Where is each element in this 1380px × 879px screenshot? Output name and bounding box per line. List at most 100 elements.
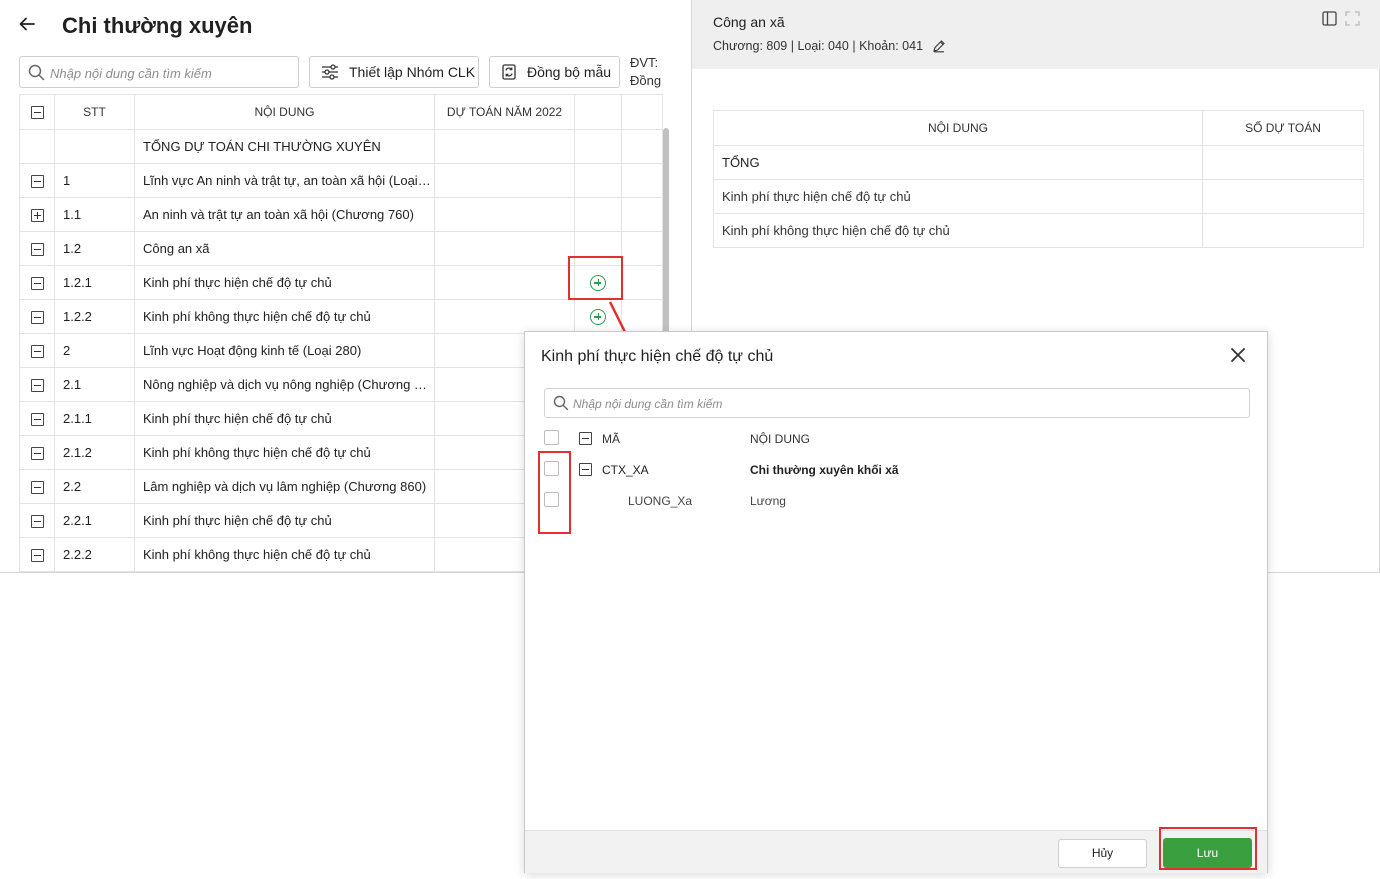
row-toggle[interactable]: [19, 163, 55, 198]
table-header-row: STT NỘI DUNG DỰ TOÁN NĂM 2022: [19, 94, 663, 130]
expand-toggle[interactable]: [579, 462, 592, 477]
header-stt: STT: [54, 94, 135, 130]
row-stt: 1.2: [54, 231, 135, 266]
minus-square-icon: [30, 277, 44, 291]
row-content: Kinh phí thực hiện chế độ tự chủ: [134, 503, 435, 538]
row-action: [574, 299, 622, 334]
row-extra: [621, 265, 663, 300]
row-content: Lâm nghiệp và dịch vụ lâm nghiệp (Chương…: [134, 469, 435, 504]
row-extra: [621, 197, 663, 232]
row-toggle[interactable]: [19, 503, 55, 538]
unit-label-title: ĐVT:: [630, 55, 659, 70]
list-item[interactable]: LUONG_Xa Lương: [544, 486, 1244, 514]
row-toggle[interactable]: [19, 265, 55, 300]
row-stt: 1.2.2: [54, 299, 135, 334]
detail-table: NỘI DUNG SỐ DỰ TOÁN TỔNG Kinh phí thực h…: [713, 110, 1364, 248]
row-toggle: [19, 129, 55, 164]
unit-label: ĐVT: Đồng: [630, 54, 670, 90]
row-extra: [621, 129, 663, 164]
detail-row: Kinh phí thực hiện chế độ tự chủ: [713, 179, 1364, 214]
row-stt: 1: [54, 163, 135, 198]
row-extra: [621, 299, 663, 334]
row-action: [574, 265, 622, 300]
search-icon: [553, 395, 569, 416]
collapse-all-toggle[interactable]: [19, 94, 55, 130]
row-estimate[interactable]: [434, 163, 575, 198]
row-toggle[interactable]: [19, 435, 55, 470]
row-toggle[interactable]: [19, 299, 55, 334]
table-row[interactable]: 1 Lĩnh vực An ninh và trật tự, an toàn xã…: [19, 163, 663, 198]
item-checkbox[interactable]: [544, 461, 559, 476]
row-extra: [621, 231, 663, 266]
minus-square-icon: [30, 447, 44, 461]
table-row[interactable]: 1.2 Công an xã: [19, 231, 663, 266]
unit-label-value: Đồng: [630, 73, 662, 88]
row-stt: 2.2: [54, 469, 135, 504]
row-toggle[interactable]: [19, 537, 55, 572]
row-toggle[interactable]: [19, 197, 55, 232]
dialog-search-field[interactable]: [544, 388, 1250, 418]
select-expense-dialog: Kinh phí thực hiện chế độ tự chủ MÃ NỘI …: [524, 331, 1268, 873]
detail-subtitle: Chương: 809 | Loại: 040 | Khoản: 041: [713, 39, 946, 53]
dialog-search-input[interactable]: [573, 394, 1233, 414]
row-estimate[interactable]: [434, 299, 575, 334]
item-checkbox[interactable]: [544, 492, 559, 507]
row-estimate[interactable]: [434, 265, 575, 300]
select-all-checkbox[interactable]: [544, 430, 559, 445]
sync-template-button[interactable]: Đồng bộ mẫu: [489, 56, 620, 88]
row-action: [574, 231, 622, 266]
row-content: Nông nghiệp và dịch vụ nông nghiệp (Chươ…: [134, 367, 435, 402]
list-item[interactable]: CTX_XA Chi thường xuyên khối xã: [544, 455, 1244, 483]
detail-row-amount[interactable]: [1202, 179, 1364, 214]
table-row[interactable]: TỔNG DỰ TOÁN CHI THƯỜNG XUYÊN: [19, 129, 663, 164]
sidebar-toggle-icon[interactable]: [1322, 11, 1337, 26]
detail-row: TỔNG: [713, 145, 1364, 180]
item-code: CTX_XA: [602, 463, 649, 477]
row-content: TỔNG DỰ TOÁN CHI THƯỜNG XUYÊN: [134, 129, 435, 164]
search-input[interactable]: [50, 63, 290, 83]
row-toggle[interactable]: [19, 401, 55, 436]
row-estimate[interactable]: [434, 197, 575, 232]
minus-square-icon: [30, 379, 44, 393]
row-content: Kinh phí không thực hiện chế độ tự chủ: [134, 299, 435, 334]
row-toggle[interactable]: [19, 231, 55, 266]
row-content: An ninh và trật tự an toàn xã hội (Chươn…: [134, 197, 435, 232]
detail-row-content: Kinh phí không thực hiện chế độ tự chủ: [713, 213, 1203, 248]
table-row[interactable]: 1.1 An ninh và trật tự an toàn xã hội (Ch…: [19, 197, 663, 232]
item-content: Chi thường xuyên khối xã: [750, 463, 899, 477]
minus-square-icon: [579, 432, 592, 446]
add-circle-icon[interactable]: [590, 274, 606, 291]
search-field[interactable]: [19, 56, 299, 88]
detail-row-content: TỔNG: [713, 145, 1203, 180]
cancel-button[interactable]: Hủy: [1058, 839, 1147, 868]
row-estimate[interactable]: [434, 231, 575, 266]
row-estimate[interactable]: [434, 129, 575, 164]
dialog-list-header: MÃ NỘI DUNG: [544, 424, 1244, 452]
row-stt: 2.2.1: [54, 503, 135, 538]
detail-row-amount[interactable]: [1202, 145, 1364, 180]
row-content: Lĩnh vực An ninh và trật tự, an toàn xã …: [134, 163, 435, 198]
table-row[interactable]: 1.2.2 Kinh phí không thực hiện chế độ tự …: [19, 299, 663, 334]
collapse-all-toggle[interactable]: [579, 431, 592, 446]
fullscreen-icon[interactable]: [1345, 11, 1360, 26]
detail-header: Công an xã Chương: 809 | Loại: 040 | Kho…: [692, 0, 1380, 69]
edit-pencil-icon[interactable]: [932, 39, 946, 53]
save-button[interactable]: Lưu: [1163, 838, 1252, 868]
back-arrow-icon[interactable]: [18, 14, 42, 40]
minus-square-icon: [30, 175, 44, 189]
row-stt: 2.1.1: [54, 401, 135, 436]
add-circle-icon[interactable]: [590, 308, 606, 325]
row-toggle[interactable]: [19, 333, 55, 368]
setup-clk-group-button[interactable]: Thiết lập Nhóm CLK: [309, 56, 479, 88]
table-row[interactable]: 1.2.1 Kinh phí thực hiện chế độ tự chủ: [19, 265, 663, 300]
minus-square-icon: [30, 243, 44, 257]
row-toggle[interactable]: [19, 469, 55, 504]
header-content: NỘI DUNG: [750, 432, 810, 446]
detail-row-amount[interactable]: [1202, 213, 1364, 248]
detail-header-amount: SỐ DỰ TOÁN: [1202, 110, 1364, 146]
page-title: Chi thường xuyên: [62, 13, 253, 38]
close-icon[interactable]: [1227, 344, 1249, 366]
header-action: [574, 94, 622, 130]
row-toggle[interactable]: [19, 367, 55, 402]
row-action: [574, 129, 622, 164]
